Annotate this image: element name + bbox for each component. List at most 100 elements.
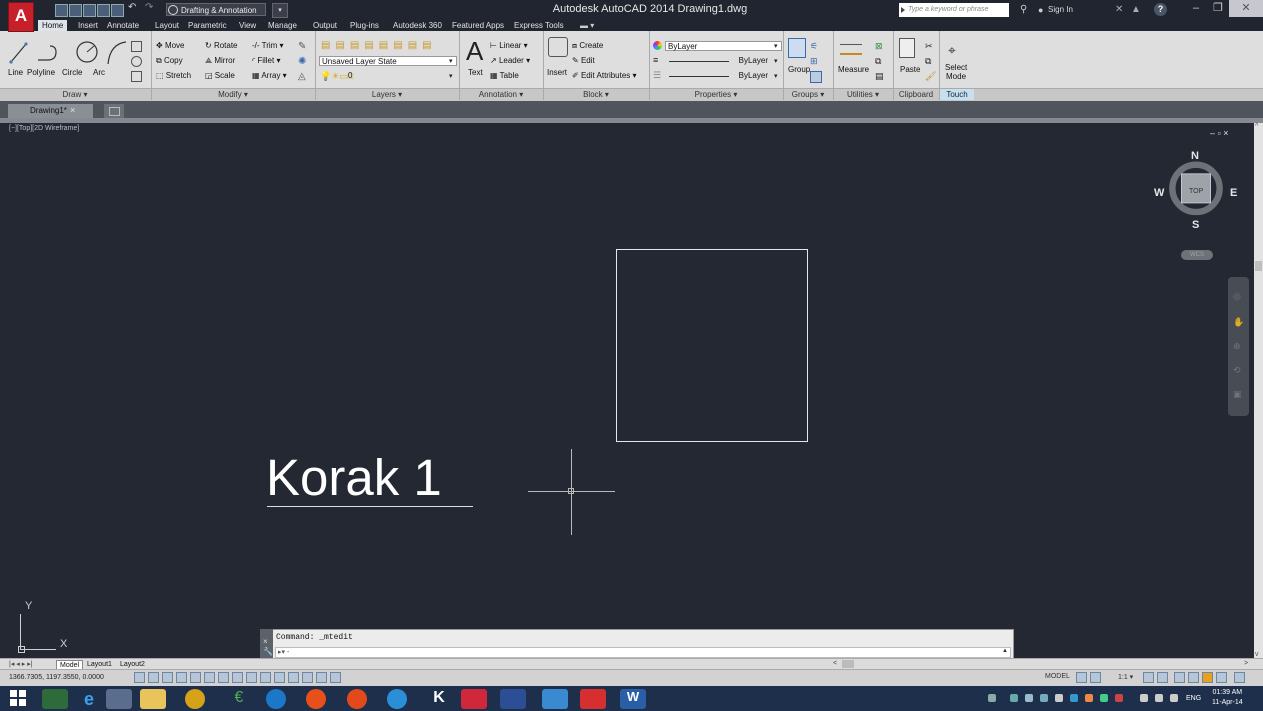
hp-icon[interactable] <box>266 689 286 709</box>
chevron-down-icon[interactable]: ▾ <box>774 57 778 65</box>
object-snap-tracking-icon[interactable] <box>232 672 243 683</box>
tab-plugins[interactable]: Plug-ins <box>350 21 379 31</box>
tab-output[interactable]: Output <box>313 21 337 31</box>
chevron-down-icon[interactable]: ▾ <box>774 72 778 80</box>
binoculars-icon[interactable]: ⚲ <box>1020 4 1027 15</box>
layout-nav-arrows[interactable]: |◂ ◂ ▸ ▸| <box>9 660 33 668</box>
select-mode-button[interactable]: Select <box>945 63 967 72</box>
mtext-object[interactable]: Korak 1 <box>266 444 442 512</box>
table-button[interactable]: ▦ Table <box>490 71 519 80</box>
annotation-monitor-icon[interactable] <box>330 672 341 683</box>
viewcube-west-label[interactable]: W <box>1154 187 1164 199</box>
ungroup-icon[interactable]: ⚟ <box>810 41 818 52</box>
open-file-icon[interactable] <box>69 4 82 17</box>
app-k-icon[interactable]: K <box>426 689 452 709</box>
layer-select[interactable]: 0 <box>346 71 457 81</box>
app-red-icon[interactable] <box>580 689 606 709</box>
trim-button[interactable]: -/- Trim ▾ <box>252 41 284 50</box>
undo-icon[interactable]: ↶ <box>128 2 136 13</box>
edit-attributes-button[interactable]: ✐ Edit Attributes ▾ <box>572 71 637 80</box>
viewport-window-controls[interactable]: – ▫ × <box>1210 128 1228 138</box>
annotation-panel-title[interactable]: Annotation ▾ <box>460 89 542 100</box>
autodesk-360-icon[interactable]: ▲ <box>1131 4 1141 15</box>
calculator-icon[interactable]: ▤ <box>875 71 884 82</box>
search-input[interactable]: Type a keyword or phrase <box>899 3 1009 17</box>
show-lineweight-icon[interactable] <box>274 672 285 683</box>
tab-annotate[interactable]: Annotate <box>107 21 139 31</box>
grid-display-icon[interactable] <box>162 672 173 683</box>
customize-icon[interactable]: 🔧 <box>263 647 273 656</box>
groups-panel-title[interactable]: Groups ▾ <box>784 89 832 100</box>
layer-tools-icons[interactable]: ▤▤▤▤▤▤▤▤ <box>321 40 437 51</box>
tab-insert[interactable]: Insert <box>78 21 98 31</box>
tab-home[interactable]: Home <box>38 20 68 31</box>
plot-icon[interactable] <box>111 4 124 17</box>
select-all-icon[interactable]: ⧉ <box>875 56 881 67</box>
chrome-icon[interactable] <box>347 689 367 709</box>
tray-icon[interactable] <box>1025 694 1033 702</box>
orbit-icon[interactable]: ⟲ <box>1233 365 1241 376</box>
insert-button[interactable]: Insert <box>547 68 567 77</box>
search-expand-icon[interactable] <box>901 7 905 13</box>
rotate-button[interactable]: ↻ Rotate <box>205 41 238 50</box>
tray-icon[interactable] <box>1070 694 1078 702</box>
scroll-left-icon[interactable]: < <box>833 660 837 667</box>
scroll-down-icon[interactable]: v <box>1255 651 1259 658</box>
mirror-button[interactable]: ⟁ Mirror <box>205 56 235 66</box>
move-button[interactable]: ✥ Move <box>156 41 185 50</box>
tray-icon[interactable] <box>1055 694 1063 702</box>
isolate-objects-icon[interactable] <box>1216 672 1227 683</box>
quick-properties-icon[interactable] <box>302 672 313 683</box>
arc-button[interactable]: Arc <box>93 68 105 77</box>
viewcube-north-label[interactable]: N <box>1191 150 1199 162</box>
tab-layout2[interactable]: Layout2 <box>117 660 148 669</box>
revit-icon[interactable] <box>500 689 526 709</box>
explode-icon[interactable]: ✺ <box>298 56 306 67</box>
quick-view-layouts-icon[interactable] <box>1076 672 1087 683</box>
workspace-switcher[interactable]: Drafting & Annotation <box>166 3 266 16</box>
clock[interactable]: 01:39 AM 11-Apr-14 <box>1212 688 1243 708</box>
redo-icon[interactable]: ↷ <box>145 2 153 13</box>
workspace-switching-icon[interactable] <box>1174 672 1185 683</box>
table-draw-icon[interactable] <box>131 71 142 82</box>
chevron-down-icon[interactable]: ▾ <box>272 3 288 18</box>
match-properties-icon[interactable]: 🖌 <box>925 71 936 82</box>
create-block-button[interactable]: ⧈ Create <box>572 41 603 51</box>
taskbar-app-icon[interactable] <box>42 689 68 709</box>
scroll-up-icon[interactable]: ^ <box>1255 123 1258 130</box>
application-menu-button[interactable]: A <box>8 2 34 32</box>
object-snap-icon[interactable] <box>204 672 215 683</box>
volume-icon[interactable] <box>1155 694 1163 702</box>
close-tab-icon[interactable]: × <box>70 105 75 115</box>
erase-icon[interactable]: ✎ <box>298 41 306 52</box>
command-input[interactable] <box>275 647 1011 658</box>
group-edit-icon[interactable]: ⊞ <box>810 56 818 67</box>
save-as-icon[interactable] <box>97 4 110 17</box>
close-icon[interactable]: × <box>263 637 268 646</box>
media-app-icon[interactable] <box>185 689 205 709</box>
viewcube[interactable] <box>1146 152 1246 252</box>
3d-object-snap-icon[interactable] <box>218 672 229 683</box>
file-explorer-icon[interactable] <box>140 689 166 709</box>
scale-button[interactable]: ◲ Scale <box>205 71 235 80</box>
navigation-bar[interactable]: ◎ ✋ ⊕ ⟲ ▣ <box>1228 277 1249 416</box>
tray-icon[interactable] <box>1115 694 1123 702</box>
model-space-toggle[interactable]: MODEL <box>1045 673 1070 680</box>
sign-in-button[interactable]: Sign In <box>1048 5 1073 14</box>
tray-icon[interactable] <box>1085 694 1093 702</box>
lock-icon[interactable] <box>1188 672 1199 683</box>
word-icon[interactable]: W <box>620 689 646 709</box>
hatch-icon[interactable] <box>131 56 142 67</box>
snap-mode-icon[interactable] <box>148 672 159 683</box>
media-player-icon[interactable] <box>106 689 132 709</box>
minimize-button[interactable]: – <box>1185 0 1207 17</box>
language-indicator[interactable]: ENG <box>1186 695 1201 702</box>
hardware-acceleration-icon[interactable] <box>1202 672 1213 683</box>
exchange-icon[interactable]: ✕ <box>1115 4 1123 15</box>
utility-app-icon[interactable]: € <box>226 689 252 709</box>
chevron-down-icon[interactable]: ▾ <box>774 42 778 50</box>
new-file-icon[interactable] <box>55 4 68 17</box>
properties-panel-title[interactable]: Properties ▾ <box>650 89 782 100</box>
edit-block-button[interactable]: ✎ Edit <box>572 56 595 65</box>
draw-panel-title[interactable]: Draw ▾ <box>0 89 150 100</box>
